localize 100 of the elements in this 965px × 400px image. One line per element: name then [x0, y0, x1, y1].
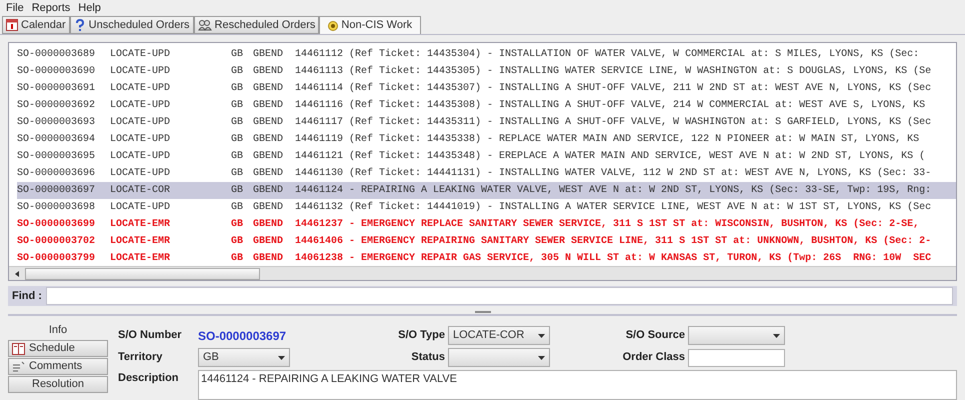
table-cell-text: SO-0000003699 — [17, 218, 96, 232]
table-cell-text: LOCATE-UPD — [110, 150, 172, 164]
table-cell-text: 14461237 - EMERGENCY REPLACE SANITARY SEWER SERVICE, 311 S 1ST ST at: WISCONSIN, BUSHTON, KS (Sec: 2-SE, — [295, 218, 920, 232]
table-row[interactable]: SO-0000003693 LOCATE-UPD GB GBEND 14461117 (Ref Ticket: 14435311) - INSTALLING A SHUT-OFF VALVE, W WASHINGTON at: S GARFIELD, LYONS, KS (Sec — [17, 114, 956, 131]
table-row[interactable]: SO-0000003691 LOCATE-UPD GB GBEND 14461114 (Ref Ticket: 14435307) - INSTALLING A SHUT-OFF VALVE, 211 W 2ND ST at: WEST AVE N, LYONS, KS (Sec — [17, 80, 956, 97]
table-cell-text: GB — [230, 218, 243, 232]
so-type-select[interactable]: LOCATE-COR — [448, 326, 550, 345]
comment-icon — [12, 360, 25, 372]
table-cell-text: GBEND — [253, 184, 284, 198]
caret-icon — [538, 334, 545, 338]
table-cell-text: LOCATE-UPD — [110, 99, 172, 113]
calendar-icon — [6, 19, 18, 31]
field-label: S/O Source — [624, 328, 686, 344]
table-cell-text: 14061238 - EMERGENCY REPAIR GAS SERVICE, 305 N WILL ST at: W KANSAS ST, TURON, KS (Twp: 26S RNG: 10W SEC — [295, 252, 932, 266]
table-cell-text: GBEND — [253, 65, 284, 79]
table-cell-text: 14461119 (Ref Ticket: 14435338) - REPLACE WATER MAIN AND SERVICE, 122 N PIONEER at: W MAIN ST, LYONS, KS — [295, 132, 920, 147]
table-cell-text: 14461406 - EMERGENCY REPAIRING SANITARY SEWER SERVICE LINE, 311 S 1ST ST at: UNKNOWN, BUSHTON, KS (Sec: 2- — [295, 234, 932, 249]
table-cell-text: GBEND — [253, 48, 284, 62]
table-cell-text: SO-0000003689 — [17, 48, 96, 62]
table-row[interactable]: SO-0000003699 LOCATE-EMR GB GBEND 14461237 - EMERGENCY REPLACE SANITARY SEWER SERVICE, 311 S 1ST ST at: WISCONSIN, BUSHTON, KS (Sec: 2-SE, — [17, 216, 956, 233]
description-field[interactable]: 14461124 - REPAIRING A LEAKING WATER VALVE — [198, 370, 957, 400]
table-row[interactable]: SO-0000003692 LOCATE-UPD GB GBEND 14461116 (Ref Ticket: 14435308) - INSTALLING A SHUT-OFF VALVE, 214 W COMMERCIAL at: WEST AVE S, LYONS, KS — [17, 97, 956, 114]
table-row[interactable]: SO-0000003698 LOCATE-UPD GB GBEND 14461132 (Ref Ticket: 14441019) - INSTALLING A WATER SERVICE LINE, WEST AVE N at: W 1ST ST, LYONS, KS (Sec — [17, 199, 956, 216]
book-icon — [12, 342, 25, 354]
table-cell-text: GBEND — [253, 252, 284, 266]
table-row[interactable]: SO-0000003696 LOCATE-UPD GB GBEND 14461130 (Ref Ticket: 14441131) - INSTALLING WATER VALVE, 112 W 2ND ST at: WEST AVE N, LYONS, KS (Sec: 33- — [17, 165, 956, 182]
table-row[interactable]: SO-0000003689 LOCATE-UPD GB GBEND 14461112 (Ref Ticket: 14435304) - INSTALLATION OF WATER VALVE, W COMMERCIAL at: S MILES, LYONS, KS (Sec: — [17, 46, 956, 63]
table-cell-text: GB — [230, 65, 243, 79]
table-row[interactable]: SO-0000003694 LOCATE-UPD GB GBEND 14461119 (Ref Ticket: 14435338) - REPLACE WATER MAIN AND SERVICE, 122 N PIONEER at: W MAIN ST, LYONS, KS — [17, 131, 956, 148]
caret-icon — [278, 356, 285, 360]
field-label: S/O Number — [118, 328, 183, 344]
question-icon — [74, 19, 86, 31]
table-cell-text: GBEND — [253, 150, 284, 164]
table-cell-text: 14461117 (Ref Ticket: 14435311) - INSTALLING A SHUT-OFF VALVE, W WASHINGTON at: S GARFIELD, LYONS, KS (Sec — [295, 116, 932, 130]
table-cell-text: LOCATE-UPD — [110, 65, 172, 79]
find-label: Find : — [12, 288, 42, 304]
table-cell-text: SO-0000003698 — [17, 201, 96, 215]
table-cell-text: GB — [230, 99, 243, 113]
table-row[interactable]: SO-0000003690 LOCATE-UPD GB GBEND 14461113 (Ref Ticket: 14435305) - INSTALLING WATER SERVICE LINE, W WASHINGTON at: S DOUGLAS, LYONS, KS (Se — [17, 63, 956, 80]
nav-button[interactable]: Schedule — [8, 340, 108, 357]
table-cell-text: GBEND — [253, 133, 284, 147]
table-cell-text: GB — [230, 150, 243, 164]
field-label: Status — [410, 350, 446, 366]
table-cell-text: 14461124 - REPAIRING A LEAKING WATER VALVE, WEST AVE N at: W 2ND ST, LYONS, KS (Sec: 33-SE, Twp: 19S, Rng: — [295, 184, 932, 198]
table-cell-text: 14461130 (Ref Ticket: 14441131) - INSTALLING WATER VALVE, 112 W 2ND ST at: WEST AVE N, LYONS, KS (Sec: 33- — [295, 166, 932, 181]
table-cell-text: LOCATE-EMR — [110, 252, 172, 266]
table-cell-text: GB — [230, 235, 243, 249]
table-cell-text: SO-0000003799 — [17, 252, 96, 266]
table-cell-text: LOCATE-COR — [110, 184, 172, 198]
table-cell-text: GBEND — [253, 99, 284, 113]
table-cell-text: 14461121 (Ref Ticket: 14435348) - EREPLACE A WATER MAIN AND SERVICE, WEST AVE N at: W 2ND ST, LYONS, KS ( — [295, 150, 926, 164]
table-cell-text: LOCATE-EMR — [110, 235, 172, 249]
field-label: S/O Type — [397, 328, 446, 344]
table-cell-text: 14461114 (Ref Ticket: 14435307) - INSTALLING A SHUT-OFF VALVE, 211 W 2ND ST at: WEST AVE N, LYONS, KS (Sec — [295, 82, 932, 96]
order-class-field[interactable] — [688, 348, 785, 366]
people-icon — [198, 19, 212, 31]
table-cell-text: GBEND — [253, 116, 284, 130]
table-cell-text: GB — [230, 252, 243, 266]
table-cell-text: LOCATE-EMR — [110, 218, 172, 232]
table-cell-text: SO-0000003695 — [17, 150, 96, 164]
table-cell-text: LOCATE-UPD — [110, 116, 172, 130]
menu-item[interactable]: Help — [78, 0, 101, 16]
table-cell-text: GBEND — [253, 82, 284, 96]
nav-button[interactable]: Comments — [8, 358, 108, 375]
caret-icon — [538, 356, 545, 360]
table-cell-text: GB — [230, 48, 243, 62]
table-cell-text: SO-0000003691 — [17, 82, 96, 96]
so-source-select[interactable] — [688, 326, 785, 345]
menu-item[interactable]: File — [6, 0, 24, 16]
table-cell-text: GB — [230, 184, 243, 198]
status-select[interactable] — [448, 348, 550, 367]
table-cell-text: GB — [230, 167, 243, 181]
table-row[interactable]: SO-0000003697 LOCATE-COR GB GBEND 14461124 - REPAIRING A LEAKING WATER VALVE, WEST AVE N at: W 2ND ST, LYONS, KS (Sec: 33-SE, Twp: 19S, Rng: — [17, 182, 956, 199]
table-cell-text: LOCATE-UPD — [110, 133, 172, 147]
table-cell-text: LOCATE-UPD — [110, 201, 172, 215]
tab[interactable]: Calendar — [2, 16, 70, 34]
scrollbar-thumb[interactable] — [25, 268, 260, 280]
territory-select[interactable]: GB — [198, 348, 290, 367]
table-cell-text: SO-0000003696 — [17, 167, 96, 181]
nav-button[interactable]: Resolution — [8, 376, 108, 393]
tab[interactable]: Unscheduled Orders — [70, 16, 194, 34]
menu-item[interactable]: Reports — [32, 0, 70, 16]
caret-icon — [773, 334, 780, 338]
table-cell-text: 14461116 (Ref Ticket: 14435308) - INSTALLING A SHUT-OFF VALVE, 214 W COMMERCIAL at: WEST AVE S, LYONS, KS — [295, 98, 926, 113]
tab[interactable]: Rescheduled Orders — [194, 16, 320, 34]
find-field[interactable] — [46, 287, 953, 305]
table-cell-text: SO-0000003693 — [17, 116, 96, 130]
table-cell-text: SO-0000003694 — [17, 133, 96, 147]
splitter-handle[interactable] — [474, 310, 490, 312]
tab[interactable]: Non-CIS Work — [319, 16, 422, 34]
table-cell-text: 14461112 (Ref Ticket: 14435304) - INSTALLATION OF WATER VALVE, W COMMERCIAL at: S MILES, LYONS, KS (Sec: — [295, 48, 920, 62]
field-label: Territory — [118, 350, 164, 366]
field-label: Order Class — [622, 350, 686, 366]
so-number-value: SO-0000003697 — [198, 328, 288, 344]
field-label: Description — [118, 371, 180, 386]
table-row[interactable]: SO-0000003695 LOCATE-UPD GB GBEND 14461121 (Ref Ticket: 14435348) - EREPLACE A WATER MAIN AND SERVICE, WEST AVE N at: W 2ND ST, LYONS, KS ( — [17, 148, 956, 165]
table-row[interactable]: SO-0000003799 LOCATE-EMR GB GBEND 14061238 - EMERGENCY REPAIR GAS SERVICE, 305 N WILL ST at: W KANSAS ST, TURON, KS (Twp: 26S RNG: 10W SEC — [17, 250, 956, 266]
horizontal-scrollbar[interactable] — [9, 266, 956, 280]
table-row[interactable]: SO-0000003702 LOCATE-EMR GB GBEND 14461406 - EMERGENCY REPAIRING SANITARY SEWER SERVICE LINE, 311 S 1ST ST at: UNKNOWN, BUSHTON, KS (Sec: 2- — [17, 233, 956, 250]
table-cell-text: LOCATE-UPD — [110, 167, 172, 181]
